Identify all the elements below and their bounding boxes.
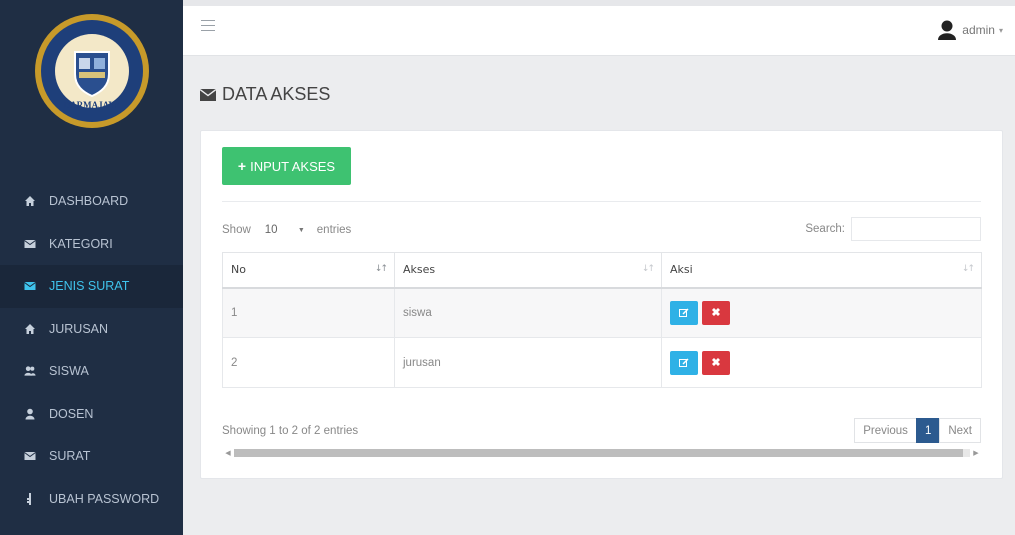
- cell-akses: siswa: [394, 287, 662, 338]
- sidebar-item-label: KATEGORI: [49, 236, 113, 251]
- scroll-left-icon[interactable]: ◀: [222, 449, 234, 457]
- entries-select[interactable]: 10 ▼: [257, 219, 311, 241]
- search-label: Search:: [805, 223, 845, 235]
- sidebar-item-jenis-surat[interactable]: JENIS SURAT: [0, 265, 183, 308]
- input-akses-label: INPUT AKSES: [250, 158, 336, 174]
- sidebar-item-surat[interactable]: SURAT: [0, 435, 183, 478]
- table-header-row: No ↓↑ Akses ↓↑ Aksi ↓↑: [222, 252, 982, 289]
- sidebar-item-ubah-password[interactable]: UBAH PASSWORD: [0, 478, 183, 521]
- previous-page-button[interactable]: Previous: [854, 418, 917, 443]
- table-row: 1 siswa ✖: [222, 287, 982, 338]
- sidebar-item-label: SURAT: [49, 449, 91, 464]
- page-heading: DATA AKSES: [200, 84, 330, 105]
- show-label: Show: [222, 224, 251, 236]
- sidebar-item-label: DASHBOARD: [49, 194, 129, 209]
- table-container: No ↓↑ Akses ↓↑ Aksi ↓↑ 1 siswa ✖ 2 jurus…: [222, 252, 982, 388]
- table-info: Showing 1 to 2 of 2 entries: [222, 425, 359, 437]
- plus-icon: +: [237, 158, 247, 174]
- sidebar-item-label: UBAH PASSWORD: [49, 491, 160, 506]
- users-icon: [24, 365, 36, 377]
- chevron-down-icon: ▾: [998, 25, 1003, 35]
- sidebar-item-dashboard[interactable]: DASHBOARD: [0, 180, 183, 223]
- cell-no: 2: [222, 337, 395, 388]
- key-icon: [24, 492, 36, 505]
- horizontal-scrollbar[interactable]: ◀ ▶: [222, 448, 982, 458]
- scrollbar-track[interactable]: [234, 449, 970, 457]
- home-icon: [24, 323, 36, 335]
- page-title: DATA AKSES: [222, 84, 331, 104]
- divider: [222, 201, 981, 202]
- scroll-right-icon[interactable]: ▶: [970, 449, 982, 457]
- sort-icon: ↓↑: [961, 264, 975, 274]
- edit-button[interactable]: [670, 350, 698, 375]
- cell-akses: jurusan: [394, 337, 662, 388]
- home-icon: [24, 195, 36, 207]
- edit-icon: [679, 357, 689, 367]
- envelope-icon: [24, 280, 36, 292]
- darmajaya-logo: DARMAJAYA: [34, 14, 149, 128]
- sidebar-item-label: JENIS SURAT: [49, 279, 130, 294]
- sidebar-item-label: JURUSAN: [49, 321, 109, 336]
- cell-no: 1: [222, 287, 395, 338]
- user-menu[interactable]: admin ▾: [938, 20, 1003, 40]
- content-panel: + INPUT AKSES Show 10 ▼ entries Search: …: [200, 130, 1003, 479]
- close-icon: ✖: [711, 307, 721, 320]
- sidebar-item-label: DOSEN: [49, 406, 94, 421]
- avatar: [938, 20, 957, 40]
- close-icon: ✖: [711, 357, 721, 369]
- user-icon: [24, 408, 36, 420]
- akses-table: No ↓↑ Akses ↓↑ Aksi ↓↑ 1 siswa ✖ 2 jurus…: [222, 252, 982, 388]
- column-header-no[interactable]: No ↓↑: [222, 252, 395, 289]
- length-control: Show 10 ▼ entries: [222, 219, 351, 241]
- table-row: 2 jurusan ✖: [222, 337, 982, 388]
- cell-aksi: ✖: [661, 337, 982, 388]
- chevron-down-icon: ▼: [297, 226, 305, 234]
- scrollbar-thumb[interactable]: [234, 449, 963, 457]
- sidebar-item-kategori[interactable]: KATEGORI: [0, 223, 183, 266]
- entries-label: entries: [316, 224, 352, 236]
- cell-aksi: ✖: [661, 287, 982, 338]
- envelope-icon: [200, 88, 216, 101]
- page-button-1[interactable]: 1: [915, 418, 941, 443]
- menu-toggle-icon[interactable]: [201, 20, 215, 35]
- topbar: admin ▾: [183, 0, 1015, 56]
- entries-select-value: 10: [264, 224, 278, 236]
- sort-asc-icon: ↓↑: [374, 264, 388, 274]
- sidebar-item-dosen[interactable]: DOSEN: [0, 393, 183, 436]
- envelope-icon: [24, 238, 36, 250]
- edit-icon: [679, 308, 689, 317]
- sidebar-nav: DASHBOARD KATEGORI JENIS SURAT JURUSAN S…: [0, 180, 183, 520]
- sidebar-item-label: SISWA: [49, 364, 89, 379]
- logo-text: DARMAJAYA: [63, 100, 120, 110]
- next-page-button[interactable]: Next: [939, 418, 981, 443]
- input-akses-button[interactable]: + INPUT AKSES: [222, 147, 351, 185]
- envelope-icon: [24, 450, 36, 462]
- logo-area: DARMAJAYA: [0, 0, 183, 180]
- edit-button[interactable]: [670, 300, 698, 325]
- delete-button[interactable]: ✖: [702, 300, 730, 325]
- sidebar-item-jurusan[interactable]: JURUSAN: [0, 308, 183, 351]
- sidebar: DARMAJAYA DASHBOARD KATEGORI JENIS SURAT: [0, 0, 183, 535]
- search-control: Search:: [805, 217, 981, 241]
- search-input[interactable]: [851, 217, 981, 241]
- column-header-akses[interactable]: Akses ↓↑: [394, 252, 662, 289]
- column-header-aksi[interactable]: Aksi ↓↑: [661, 252, 982, 289]
- sort-icon: ↓↑: [641, 264, 655, 274]
- sidebar-item-siswa[interactable]: SISWA: [0, 350, 183, 393]
- pagination: Previous 1 Next: [854, 418, 981, 443]
- user-name: admin: [962, 23, 995, 37]
- delete-button[interactable]: ✖: [702, 350, 730, 375]
